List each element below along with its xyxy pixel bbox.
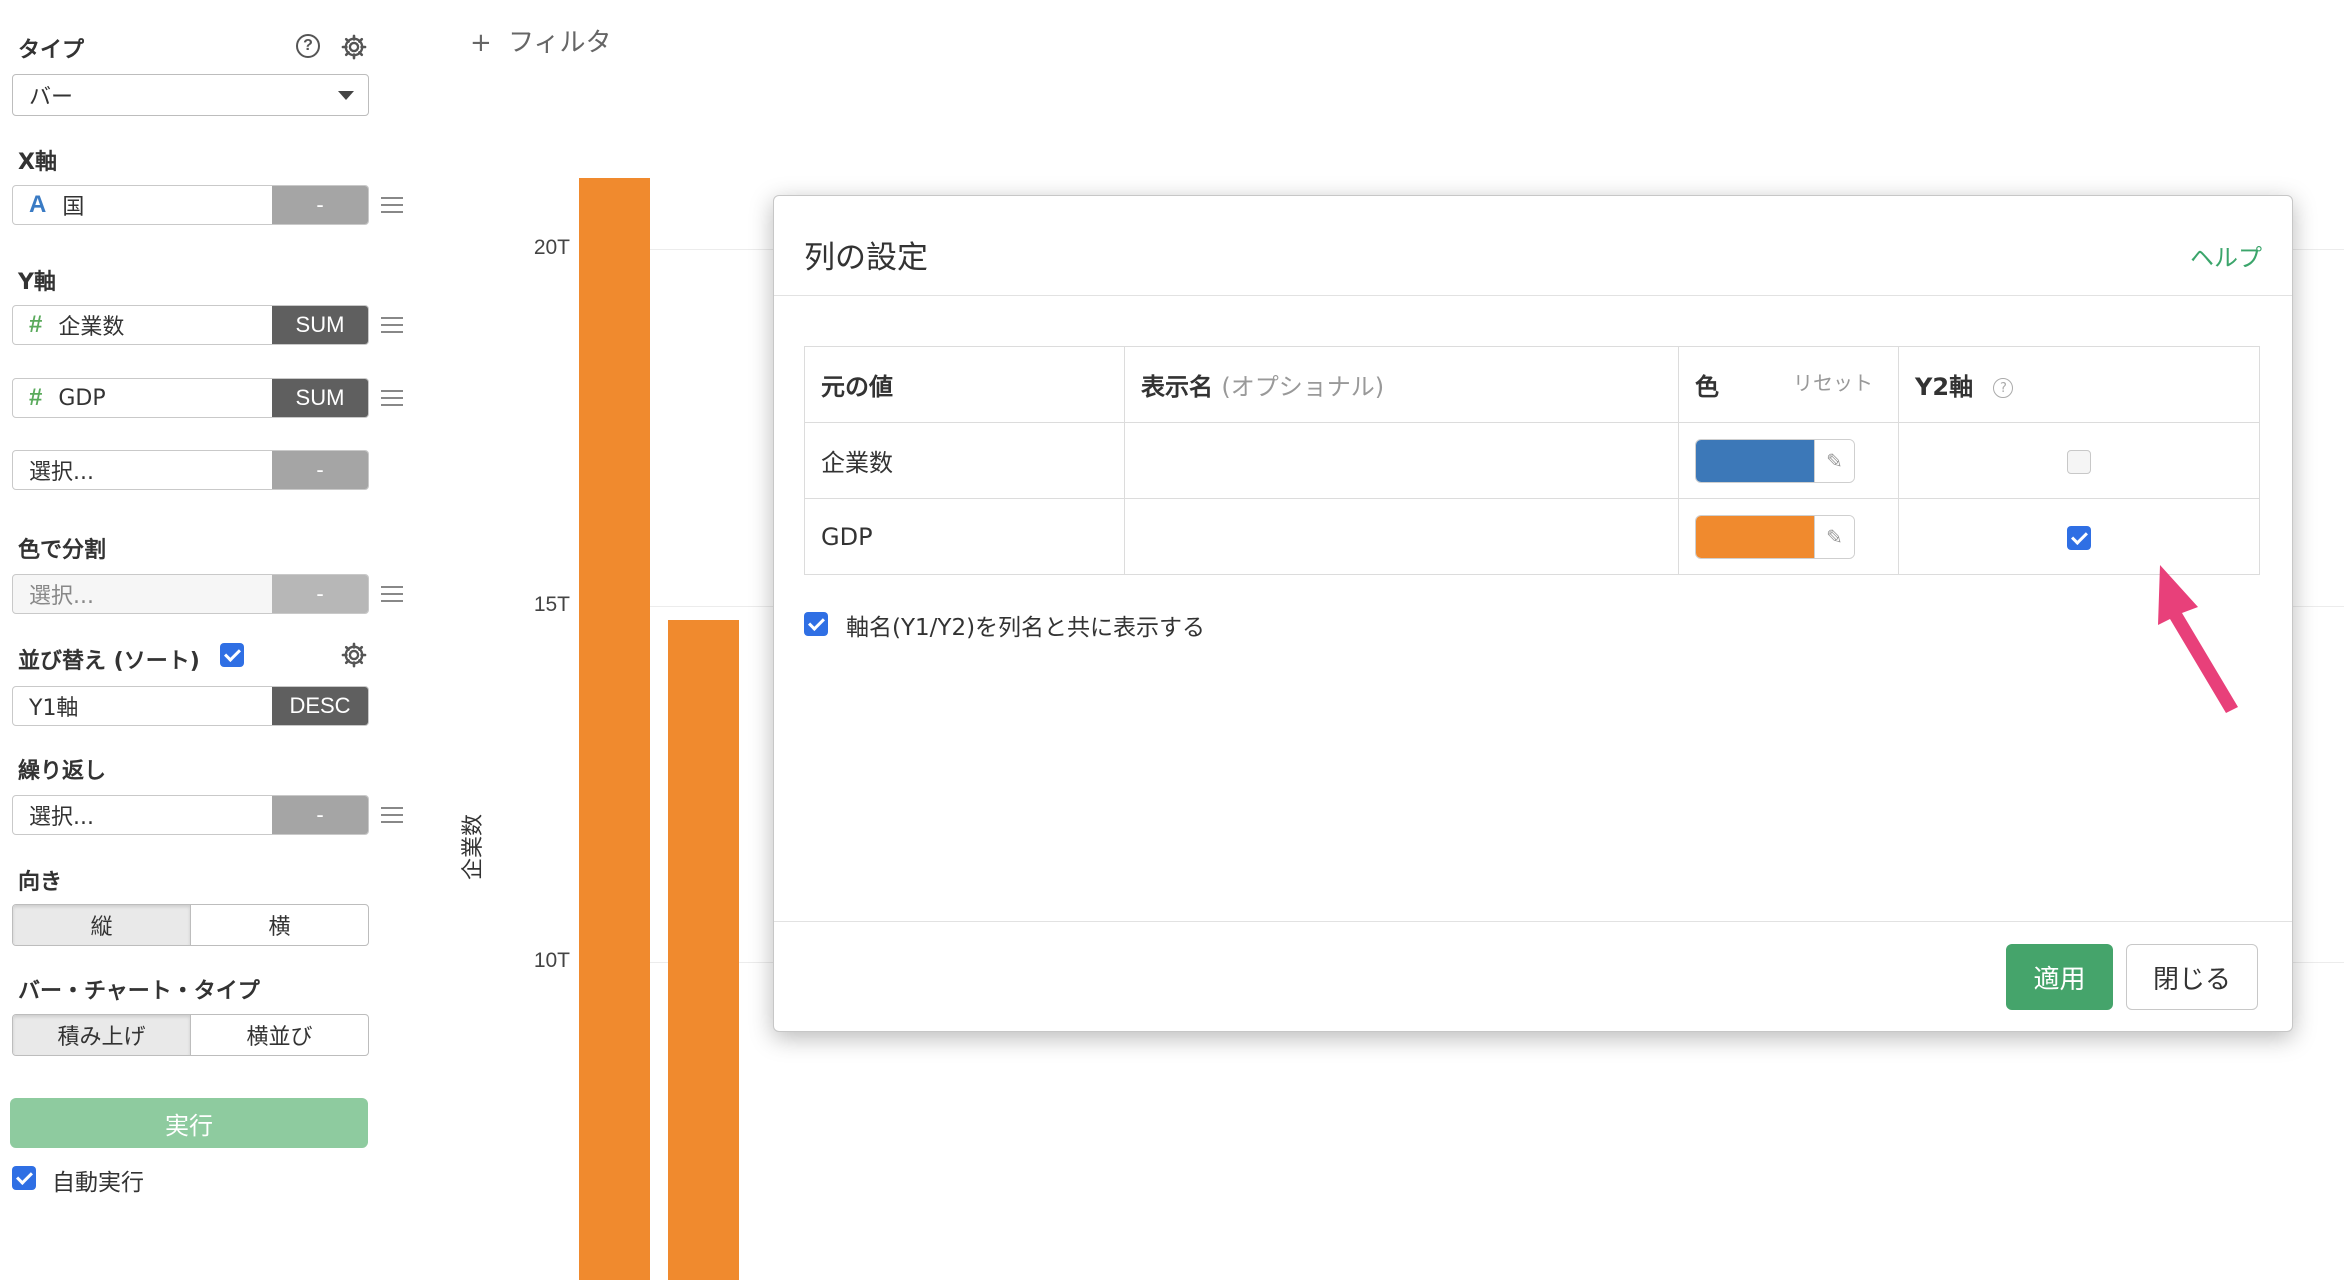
- plus-icon: +: [470, 28, 492, 58]
- sort-field-name: Y1軸: [29, 696, 79, 721]
- x-field-name: 国: [62, 195, 85, 220]
- sort-order-button[interactable]: DESC: [272, 687, 368, 725]
- run-button[interactable]: 実行: [10, 1098, 368, 1148]
- bar-type-toggle[interactable]: 積み上げ 横並び: [12, 1014, 369, 1056]
- y-axis-label: Y軸: [18, 270, 56, 295]
- y-tick-label: 10T: [533, 949, 570, 972]
- x-agg-button[interactable]: -: [272, 186, 368, 224]
- chart-bar: [579, 177, 650, 1280]
- filter-add-button[interactable]: + フィルタ: [470, 22, 612, 59]
- sort-field[interactable]: Y1軸 DESC: [12, 686, 369, 726]
- auto-run-label: 自動実行: [52, 1170, 144, 1196]
- chevron-down-icon: [338, 91, 354, 100]
- repeat-label: 繰り返し: [18, 759, 107, 784]
- column-settings-dialog: 列の設定 ヘルプ 元の値 表示名 (オプショナル) 色リセット Y2軸 ? 企業…: [773, 195, 2293, 1032]
- y-select-agg-button[interactable]: -: [272, 451, 368, 489]
- help-icon[interactable]: ?: [296, 34, 320, 58]
- table-row: GDP ✎: [804, 498, 2260, 575]
- y-agg-button[interactable]: SUM: [272, 379, 368, 417]
- x-axis-field[interactable]: A国 -: [12, 185, 369, 225]
- header-original: 元の値: [804, 346, 1125, 423]
- chart-bar: [668, 619, 739, 1280]
- divider: [774, 295, 2292, 296]
- row-original-name: GDP: [804, 498, 1125, 575]
- drag-handle-icon[interactable]: [381, 807, 403, 823]
- text-type-icon: A: [29, 191, 47, 218]
- show-axis-name-checkbox[interactable]: [804, 612, 828, 636]
- table-row: 企業数 ✎: [804, 422, 2260, 499]
- gear-icon[interactable]: [340, 33, 368, 61]
- close-button[interactable]: 閉じる: [2126, 944, 2258, 1010]
- y-axis-field-1[interactable]: # 企業数 SUM: [12, 305, 369, 345]
- show-axis-name-label: 軸名(Y1/Y2)を列名と共に表示する: [846, 615, 1206, 641]
- x-axis-label: X軸: [18, 150, 57, 175]
- reset-link[interactable]: リセット: [1793, 367, 1873, 396]
- color-picker[interactable]: ✎: [1695, 438, 1855, 483]
- color-split-select[interactable]: 選択... -: [12, 574, 369, 614]
- y2-checkbox[interactable]: [2066, 449, 2091, 474]
- color-split-placeholder: 選択...: [29, 584, 94, 609]
- color-picker[interactable]: ✎: [1695, 514, 1855, 559]
- type-label: タイプ: [18, 38, 85, 63]
- header-y2: Y2軸 ?: [1898, 346, 2260, 423]
- apply-button[interactable]: 適用: [2006, 944, 2113, 1010]
- gear-icon[interactable]: [340, 641, 368, 669]
- chart-type-value: バー: [29, 85, 74, 110]
- table-header-row: 元の値 表示名 (オプショナル) 色リセット Y2軸 ?: [804, 346, 2260, 423]
- chart-type-select[interactable]: バー: [12, 74, 369, 116]
- bar-type-stacked[interactable]: 積み上げ: [13, 1015, 191, 1055]
- direction-horizontal[interactable]: 横: [191, 905, 368, 945]
- y-field-name: GDP: [58, 385, 106, 411]
- y-tick-label: 20T: [533, 236, 570, 259]
- filter-label: フィルタ: [508, 28, 612, 58]
- y-axis-select[interactable]: 選択... -: [12, 450, 369, 490]
- help-link[interactable]: ヘルプ: [2190, 238, 2262, 273]
- drag-handle-icon[interactable]: [381, 586, 403, 602]
- sort-label: 並び替え (ソート): [18, 649, 200, 674]
- number-type-icon: #: [29, 311, 43, 338]
- dialog-title: 列の設定: [804, 240, 928, 276]
- drag-handle-icon[interactable]: [381, 197, 403, 213]
- repeat-agg-button[interactable]: -: [272, 796, 368, 834]
- divider: [774, 921, 2292, 922]
- y2-checkbox[interactable]: [2066, 525, 2091, 550]
- repeat-placeholder: 選択...: [29, 805, 94, 830]
- y-agg-button[interactable]: SUM: [272, 306, 368, 344]
- bar-type-label: バー・チャート・タイプ: [18, 979, 260, 1004]
- color-swatch: [1696, 515, 1814, 558]
- repeat-select[interactable]: 選択... -: [12, 795, 369, 835]
- eyedropper-icon[interactable]: ✎: [1814, 439, 1854, 482]
- header-color: 色リセット: [1678, 346, 1899, 423]
- y-field-name: 企業数: [58, 315, 125, 340]
- color-split-agg-button[interactable]: -: [272, 575, 368, 613]
- y-select-placeholder: 選択...: [29, 460, 94, 485]
- drag-handle-icon[interactable]: [381, 317, 403, 333]
- color-split-label: 色で分割: [18, 538, 107, 563]
- row-display-input[interactable]: [1124, 498, 1679, 575]
- direction-label: 向き: [18, 870, 63, 895]
- number-type-icon: #: [29, 384, 43, 411]
- header-display-hint: (オプショナル): [1221, 373, 1385, 401]
- direction-vertical[interactable]: 縦: [13, 905, 191, 945]
- help-icon[interactable]: ?: [1993, 378, 2014, 398]
- drag-handle-icon[interactable]: [381, 390, 403, 406]
- y-axis-field-2[interactable]: # GDP SUM: [12, 378, 369, 418]
- column-settings-table: 元の値 表示名 (オプショナル) 色リセット Y2軸 ? 企業数 ✎ GDP ✎: [804, 346, 2260, 575]
- y-axis-title: 企業数: [461, 813, 486, 880]
- y-tick-label: 15T: [533, 593, 570, 616]
- eyedropper-icon[interactable]: ✎: [1814, 515, 1854, 558]
- annotation-arrow-icon: [2158, 565, 2238, 713]
- row-display-input[interactable]: [1124, 422, 1679, 499]
- bar-type-side-by-side[interactable]: 横並び: [191, 1015, 368, 1055]
- auto-run-checkbox[interactable]: [12, 1166, 36, 1190]
- header-display: 表示名 (オプショナル): [1124, 346, 1679, 423]
- row-original-name: 企業数: [804, 422, 1125, 499]
- direction-toggle[interactable]: 縦 横: [12, 904, 369, 946]
- sort-checkbox[interactable]: [220, 643, 244, 667]
- color-swatch: [1696, 439, 1814, 482]
